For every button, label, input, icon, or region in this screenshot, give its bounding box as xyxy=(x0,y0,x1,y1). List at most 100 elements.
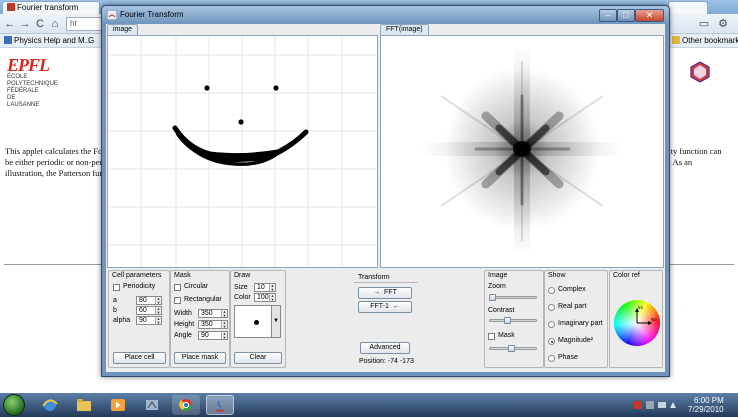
radio-phase-label: Phase xyxy=(558,354,578,361)
place-cell-button[interactable]: Place cell xyxy=(113,352,166,364)
angle-spinner[interactable]: 90 ▲ ▼ xyxy=(198,331,228,340)
bookmark-physics-help[interactable]: Physics Help and M... xyxy=(4,34,91,47)
fft-canvas[interactable] xyxy=(380,35,664,268)
clear-button[interactable]: Clear xyxy=(234,352,282,364)
reload-icon[interactable]: C xyxy=(33,17,47,31)
spinner-arrows-icon[interactable]: ▲ ▼ xyxy=(155,307,161,314)
epfl-logo-text: ÉCOLE POLYTECHNIQUE FÉDÉRALE DE LAUSANNE xyxy=(7,74,58,109)
brush-dot-icon xyxy=(254,320,259,325)
b-spinner[interactable]: 60 ▲ ▼ xyxy=(136,306,162,315)
height-spinner[interactable]: 350 ▲ ▼ xyxy=(198,320,228,329)
width-spinner[interactable]: 350 ▲ ▼ xyxy=(198,309,228,318)
advanced-button[interactable]: Advanced xyxy=(360,342,410,354)
circular-checkbox[interactable] xyxy=(174,284,181,291)
zoom-label: Zoom xyxy=(488,283,506,290)
alpha-label: alpha xyxy=(113,317,131,324)
mask-display-label: Mask xyxy=(498,332,515,339)
angle-value: 90 xyxy=(201,332,209,339)
spinner-arrows-icon[interactable]: ▲ ▼ xyxy=(269,294,275,301)
radio-phase[interactable] xyxy=(548,355,555,362)
start-button-icon[interactable] xyxy=(3,394,25,416)
address-bar[interactable]: ht xyxy=(66,17,106,31)
radio-complex[interactable] xyxy=(548,287,555,294)
mask-slider-knob[interactable] xyxy=(508,345,515,352)
width-label: Width xyxy=(174,310,192,317)
lcr-logo-icon[interactable] xyxy=(689,61,711,83)
home-icon[interactable]: ⌂ xyxy=(48,17,62,31)
fft-magnitude-image xyxy=(421,46,623,256)
clock-time[interactable]: 6:00 PM xyxy=(694,396,724,405)
spinner-arrows-icon[interactable]: ▲ ▼ xyxy=(221,310,227,317)
width-value: 350 xyxy=(201,310,213,317)
radio-magnitude[interactable] xyxy=(548,338,555,345)
bookmark-label: G xyxy=(88,36,95,45)
zoom-slider[interactable] xyxy=(489,294,537,301)
image-drawing xyxy=(108,36,377,267)
angle-label: Angle xyxy=(174,332,192,339)
wrench-icon[interactable]: ⚙ xyxy=(716,17,730,31)
mask-slider[interactable] xyxy=(489,345,537,352)
spinner-arrows-icon[interactable]: ▲ ▼ xyxy=(221,332,227,339)
inverse-fft-button[interactable]: FFT-1 ← xyxy=(358,301,412,313)
image-canvas[interactable] xyxy=(107,35,378,268)
minimize-button[interactable]: – xyxy=(599,9,617,22)
periodicity-checkbox[interactable] xyxy=(113,284,120,291)
contrast-slider[interactable] xyxy=(489,317,537,324)
back-arrow-icon[interactable]: ← xyxy=(3,17,17,31)
brush-dropdown-arrow-icon[interactable]: ▼ xyxy=(271,305,281,338)
taskbar-media-player-icon[interactable] xyxy=(104,395,132,415)
taskbar-explorer-icon[interactable] xyxy=(70,395,98,415)
rectangular-checkbox[interactable] xyxy=(174,297,181,304)
clock-date[interactable]: 7/29/2010 xyxy=(688,405,724,414)
folder-icon xyxy=(672,36,680,44)
other-bookmarks[interactable]: Other bookmarks xyxy=(672,34,738,47)
alpha-spinner[interactable]: 90 ▲ ▼ xyxy=(136,316,162,325)
epfl-logo[interactable]: EPFL ÉCOLE POLYTECHNIQUE FÉDÉRALE DE LAU… xyxy=(7,55,58,108)
image-settings-title: Image xyxy=(488,272,508,279)
right-eye xyxy=(273,85,279,91)
spinner-arrows-icon[interactable]: ▲ ▼ xyxy=(221,321,227,328)
image-grid xyxy=(108,36,377,267)
cell-parameters-group: Cell parameters Periodicity a 80 ▲ ▼ b 60… xyxy=(108,270,170,368)
browser-tab[interactable]: Fourier transform xyxy=(2,1,100,14)
contrast-slider-knob[interactable] xyxy=(504,317,512,324)
bookmark-google[interactable]: G xyxy=(88,34,94,47)
brush-color-spinner[interactable]: 100 ▲ ▼ xyxy=(254,293,276,302)
epfl-logo-mark: EPFL xyxy=(7,55,50,75)
maximize-button[interactable]: □ xyxy=(617,9,635,22)
radio-imaginary-part[interactable] xyxy=(548,321,555,328)
brush-size-spinner[interactable]: 10 ▲ ▼ xyxy=(254,283,276,292)
color-wheel-icon: Im Re xyxy=(614,300,660,346)
bookmark-label: Physics Help and M... xyxy=(14,36,92,45)
tab-fft-image[interactable]: FFT(image) xyxy=(380,24,429,35)
radio-real-part[interactable] xyxy=(548,304,555,311)
rectangular-label: Rectangular xyxy=(184,296,222,303)
cursor-position-readout: Position: -74 -173 xyxy=(359,358,414,365)
size-label: Size xyxy=(234,284,248,291)
spinner-arrows-icon[interactable]: ▲ ▼ xyxy=(269,284,275,291)
tray-icons[interactable] xyxy=(634,400,678,410)
spinner-arrows-icon[interactable]: ▲ ▼ xyxy=(155,317,161,324)
taskbar-java-icon[interactable] xyxy=(206,395,234,415)
close-button[interactable]: ✕ xyxy=(635,9,664,22)
window-title: Fourier Transform xyxy=(120,10,184,19)
forward-arrow-icon[interactable]: → xyxy=(18,17,32,31)
window-titlebar[interactable]: Fourier Transform – □ ✕ xyxy=(102,6,669,24)
java-app-icon xyxy=(107,10,117,20)
zoom-slider-knob[interactable] xyxy=(489,294,496,301)
browser-tab-secondary[interactable] xyxy=(668,1,708,14)
tab-image[interactable]: image xyxy=(107,24,139,35)
taskbar-chrome-icon[interactable] xyxy=(172,395,200,415)
taskbar-ie-icon[interactable] xyxy=(36,395,64,415)
spinner-arrows-icon[interactable]: ▲ ▼ xyxy=(155,297,161,304)
transform-group: Transform → FFT FFT-1 ← Advanced Positio… xyxy=(354,274,418,368)
fft-button[interactable]: → FFT xyxy=(358,287,412,299)
system-tray: 6:00 PM 7/29/2010 xyxy=(628,395,736,415)
mask-display-checkbox[interactable] xyxy=(488,333,495,340)
taskbar-app-icon[interactable] xyxy=(138,395,166,415)
page-menu-icon[interactable]: ▭ xyxy=(697,17,711,31)
a-spinner[interactable]: 80 ▲ ▼ xyxy=(136,296,162,305)
color-label: Color xyxy=(234,294,251,301)
image-settings-group: Image Zoom Contrast Mask xyxy=(484,270,544,368)
place-mask-button[interactable]: Place mask xyxy=(174,352,226,364)
